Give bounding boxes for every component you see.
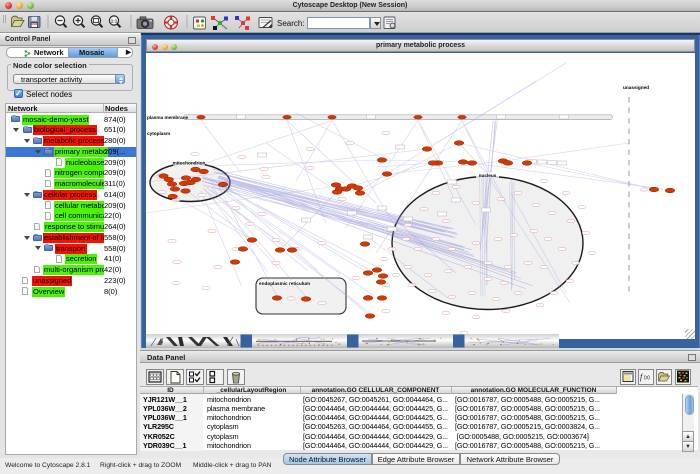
svg-text:mitochondrion: mitochondrion: [173, 161, 206, 166]
svg-text:(x): (x): [644, 375, 650, 381]
svg-text:1:1: 1:1: [111, 19, 118, 24]
svg-text:plasma membrane: plasma membrane: [147, 115, 189, 120]
svg-text:nucleus: nucleus: [479, 173, 497, 178]
svg-text:unassigned: unassigned: [623, 85, 649, 90]
svg-text:cytoplasm: cytoplasm: [147, 131, 170, 136]
svg-text:endoplasmic reticulum: endoplasmic reticulum: [259, 281, 310, 286]
